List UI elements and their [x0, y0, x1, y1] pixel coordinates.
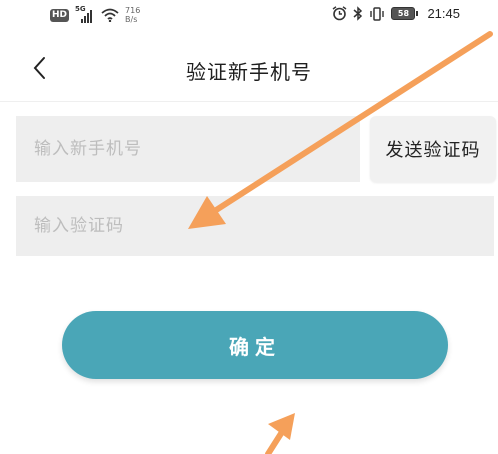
speed-unit: B/s [125, 15, 138, 24]
status-bar: HD 5G 716 B/s 58 21:45 [0, 0, 498, 32]
alarm-icon [333, 6, 347, 21]
network-speed: 716 B/s [125, 6, 140, 24]
speed-value: 716 [125, 6, 141, 15]
confirm-button[interactable]: 确定 [62, 311, 448, 379]
nav-bar: 验证新手机号 [0, 36, 498, 102]
annotation-arrow-to-confirm [265, 413, 295, 454]
page-title: 验证新手机号 [186, 60, 312, 84]
new-phone-input[interactable] [16, 116, 360, 182]
hd-badge: HD [50, 8, 70, 22]
send-code-button[interactable]: 发送验证码 [370, 116, 496, 182]
vibrate-icon [370, 6, 385, 21]
status-right: 58 21:45 [332, 6, 460, 21]
signal-icon: 5G [75, 5, 95, 23]
verification-code-input[interactable] [16, 196, 494, 256]
wifi-icon [101, 8, 119, 22]
bluetooth-icon [353, 6, 363, 21]
clock: 21:45 [427, 6, 460, 21]
status-left: HD 5G 716 B/s [50, 5, 140, 24]
nav-divider [0, 101, 498, 102]
battery-indicator: 58 [391, 7, 419, 20]
